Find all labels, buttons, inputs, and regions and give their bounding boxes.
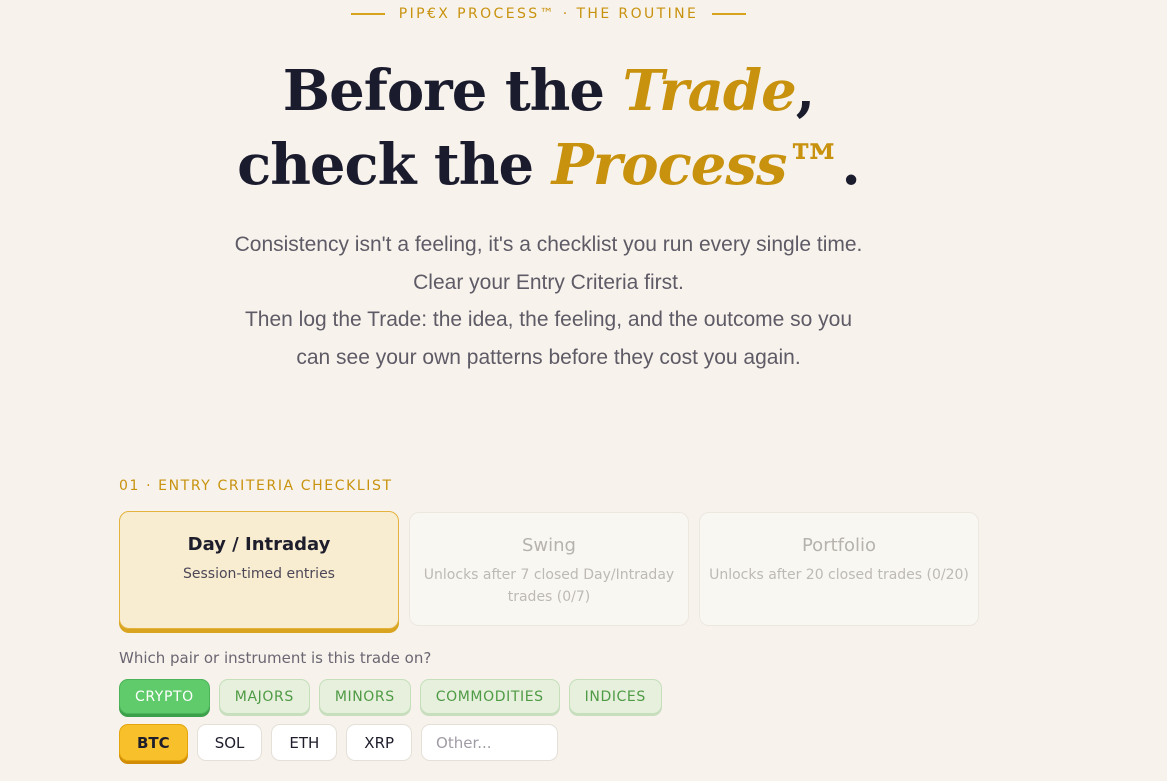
category-chip-indices[interactable]: INDICES	[568, 679, 662, 714]
category-chips: CRYPTO MAJORS MINORS COMMODITIES INDICES	[119, 679, 662, 714]
eyebrow: PIP€X PROCESS™ · THE ROUTINE	[0, 6, 1097, 22]
intro-line: Consistency isn't a feeling, it's a chec…	[234, 233, 863, 256]
tier-subtitle: Unlocks after 7 closed Day/Intraday trad…	[423, 567, 675, 605]
asset-chip-btc[interactable]: BTC	[119, 724, 188, 761]
eyebrow-rule-left	[350, 13, 385, 15]
eyebrow-rule-right	[712, 13, 747, 15]
headline-accent-process: Process™	[551, 132, 843, 198]
page: PIP€X PROCESS™ · THE ROUTINE Before the …	[0, 0, 1167, 781]
headline-text: ,	[795, 58, 815, 124]
instrument-question: Which pair or instrument is this trade o…	[119, 649, 432, 667]
category-chip-majors[interactable]: MAJORS	[218, 679, 310, 714]
intro-line: Clear your Entry Criteria first.	[413, 270, 684, 294]
headline-accent-trade: Trade	[622, 58, 797, 124]
tier-card-day-intraday[interactable]: Day / Intraday Session-timed entries	[119, 511, 399, 629]
headline-text: .	[841, 132, 860, 198]
headline-text: check the	[237, 132, 552, 198]
intro-line: can see your own patterns before they co…	[296, 345, 801, 369]
headline: Before the Trade, check the Process™.	[0, 54, 1097, 202]
headline-text: Before the	[282, 58, 623, 124]
tier-card-portfolio[interactable]: Portfolio Unlocks after 20 closed trades…	[699, 512, 979, 626]
category-chip-crypto[interactable]: CRYPTO	[119, 679, 210, 714]
eyebrow-text: PIP€X PROCESS™ · THE ROUTINE	[398, 6, 699, 22]
other-instrument-input[interactable]	[421, 724, 559, 761]
tier-title: Swing	[522, 535, 576, 556]
tier-card-swing[interactable]: Swing Unlocks after 7 closed Day/Intrada…	[409, 512, 689, 626]
intro-line: Then log the Trade: the idea, the feelin…	[244, 308, 853, 332]
asset-chip-sol[interactable]: SOL	[196, 724, 263, 761]
asset-chips: BTC SOL ETH XRP	[119, 724, 559, 761]
headline-line-2: check the Process™.	[0, 128, 1097, 202]
tier-title: Portfolio	[801, 535, 877, 556]
category-chip-commodities[interactable]: COMMODITIES	[419, 679, 560, 714]
tier-subtitle: Session-timed entries	[183, 566, 335, 582]
tier-title: Day / Intraday	[187, 534, 331, 555]
headline-line-1: Before the Trade,	[0, 54, 1097, 128]
intro-paragraph: Consistency isn't a feeling, it's a chec…	[0, 226, 1097, 376]
asset-chip-eth[interactable]: ETH	[271, 724, 338, 761]
tier-subtitle: Unlocks after 20 closed trades (0/20)	[709, 567, 969, 583]
category-chip-minors[interactable]: MINORS	[318, 679, 411, 714]
asset-chip-xrp[interactable]: XRP	[346, 724, 413, 761]
section-label: 01 · ENTRY CRITERIA CHECKLIST	[119, 478, 393, 494]
